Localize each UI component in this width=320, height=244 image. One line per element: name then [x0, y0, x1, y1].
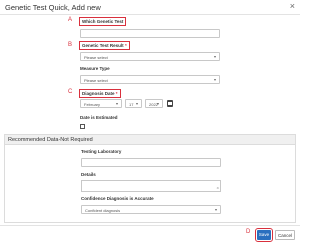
chevron-down-icon: ▾ [214, 207, 217, 212]
required-asterisk: * [115, 91, 118, 96]
calendar-icon[interactable] [167, 100, 173, 107]
chevron-down-icon: ▾ [156, 101, 159, 106]
dialog-footer: D Save Cancel [0, 225, 300, 244]
dialog-header: Genetic Test Quick, Add new × [0, 0, 300, 15]
dialog-title: Genetic Test Quick, Add new [5, 3, 101, 12]
annotation-marker-c: C [68, 89, 73, 95]
which-genetic-test-label: Which Genetic Test [79, 17, 127, 26]
which-genetic-test-input[interactable] [80, 29, 220, 38]
cancel-button[interactable]: Cancel [275, 230, 295, 240]
date-estimated-checkbox[interactable] [80, 124, 85, 129]
diagnosis-day-select[interactable]: 17 ▾ [125, 99, 142, 108]
diagnosis-date-label: Diagnosis Date * [79, 89, 121, 98]
recommended-section: Recommended Data-Not Required Testing La… [4, 134, 296, 223]
date-estimated-label: Date is Estimated [80, 115, 118, 120]
save-button[interactable]: Save [255, 228, 273, 242]
confidence-value: Confident diagnosis [85, 208, 121, 213]
recommended-section-header: Recommended Data-Not Required [5, 135, 295, 145]
resize-grip-icon[interactable]: ≋ [216, 186, 219, 190]
details-label: Details [81, 172, 96, 177]
annotation-marker-d: D [246, 229, 251, 235]
diagnosis-year-select[interactable]: 2022 ▾ [145, 99, 163, 108]
measure-type-value: Please select [84, 78, 108, 83]
details-textarea[interactable]: ≋ [81, 180, 221, 192]
measure-type-select[interactable]: Please select ▾ [80, 75, 220, 84]
genetic-test-result-value: Please select [84, 55, 108, 60]
chevron-down-icon: ▾ [115, 101, 118, 106]
chevron-down-icon: ▾ [135, 101, 138, 106]
annotation-marker-a: A [68, 17, 73, 23]
testing-laboratory-label: Testing Laboratory [81, 149, 122, 154]
required-asterisk: * [124, 43, 127, 48]
annotation-marker-b: B [68, 42, 73, 48]
diagnosis-month-value: February [84, 102, 101, 107]
diagnosis-month-select[interactable]: February ▾ [80, 99, 122, 108]
confidence-select[interactable]: Confident diagnosis ▾ [81, 205, 221, 214]
close-icon[interactable]: × [290, 1, 295, 11]
genetic-test-result-select[interactable]: Please select ▾ [80, 52, 220, 61]
diagnosis-day-value: 17 [129, 102, 134, 107]
testing-laboratory-input[interactable] [81, 158, 221, 167]
confidence-label: Confidence Diagnosis is Accurate [81, 196, 154, 201]
chevron-down-icon: ▾ [213, 77, 216, 82]
genetic-test-result-label: Genetic Test Result * [79, 41, 130, 50]
measure-type-label: Measure Type [80, 66, 110, 71]
chevron-down-icon: ▾ [213, 54, 216, 59]
